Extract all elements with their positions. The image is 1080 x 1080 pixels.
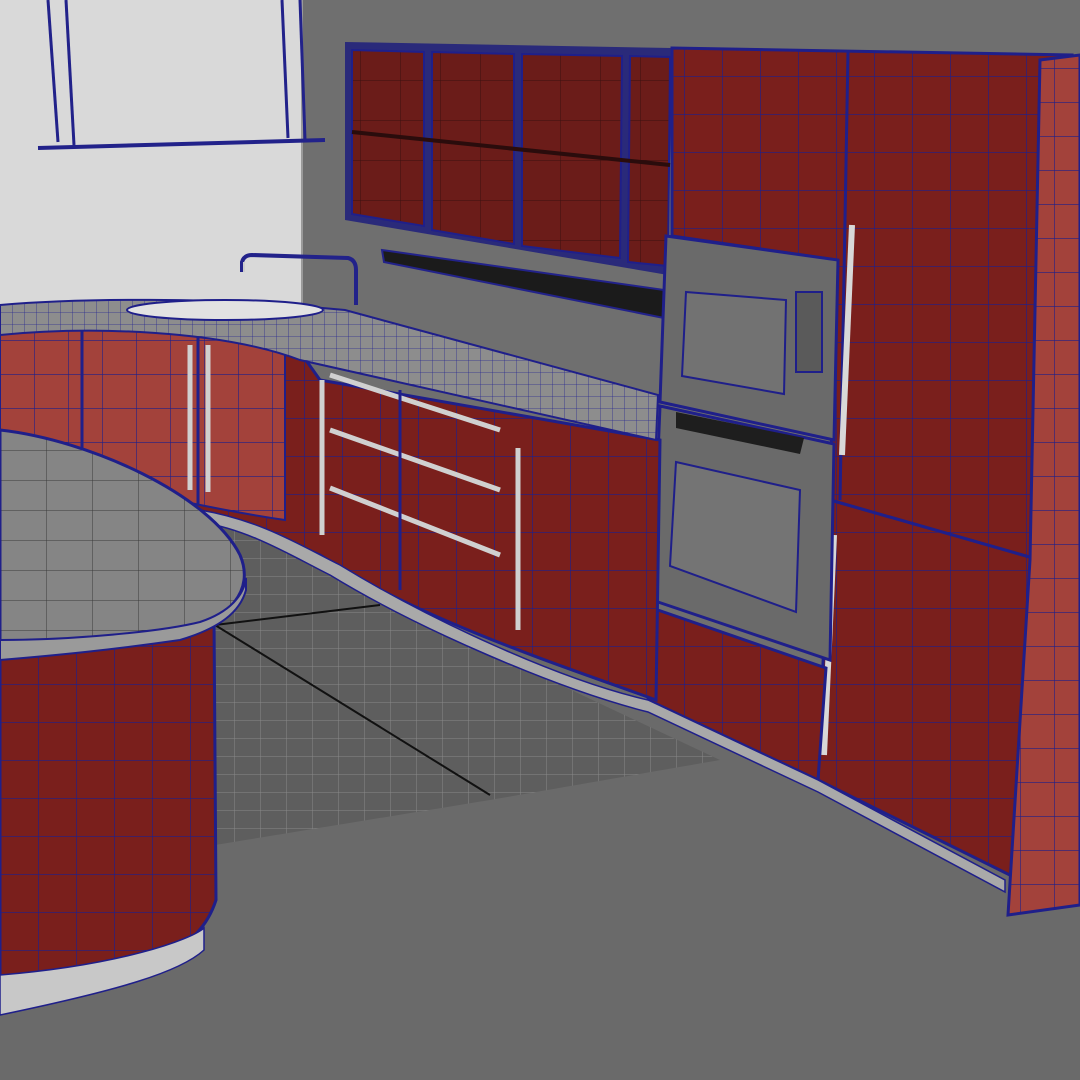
3d-viewport[interactable] bbox=[0, 0, 1080, 1080]
wireframe-scene bbox=[0, 0, 1080, 1080]
sink bbox=[126, 299, 324, 321]
left-wall bbox=[0, 0, 302, 310]
